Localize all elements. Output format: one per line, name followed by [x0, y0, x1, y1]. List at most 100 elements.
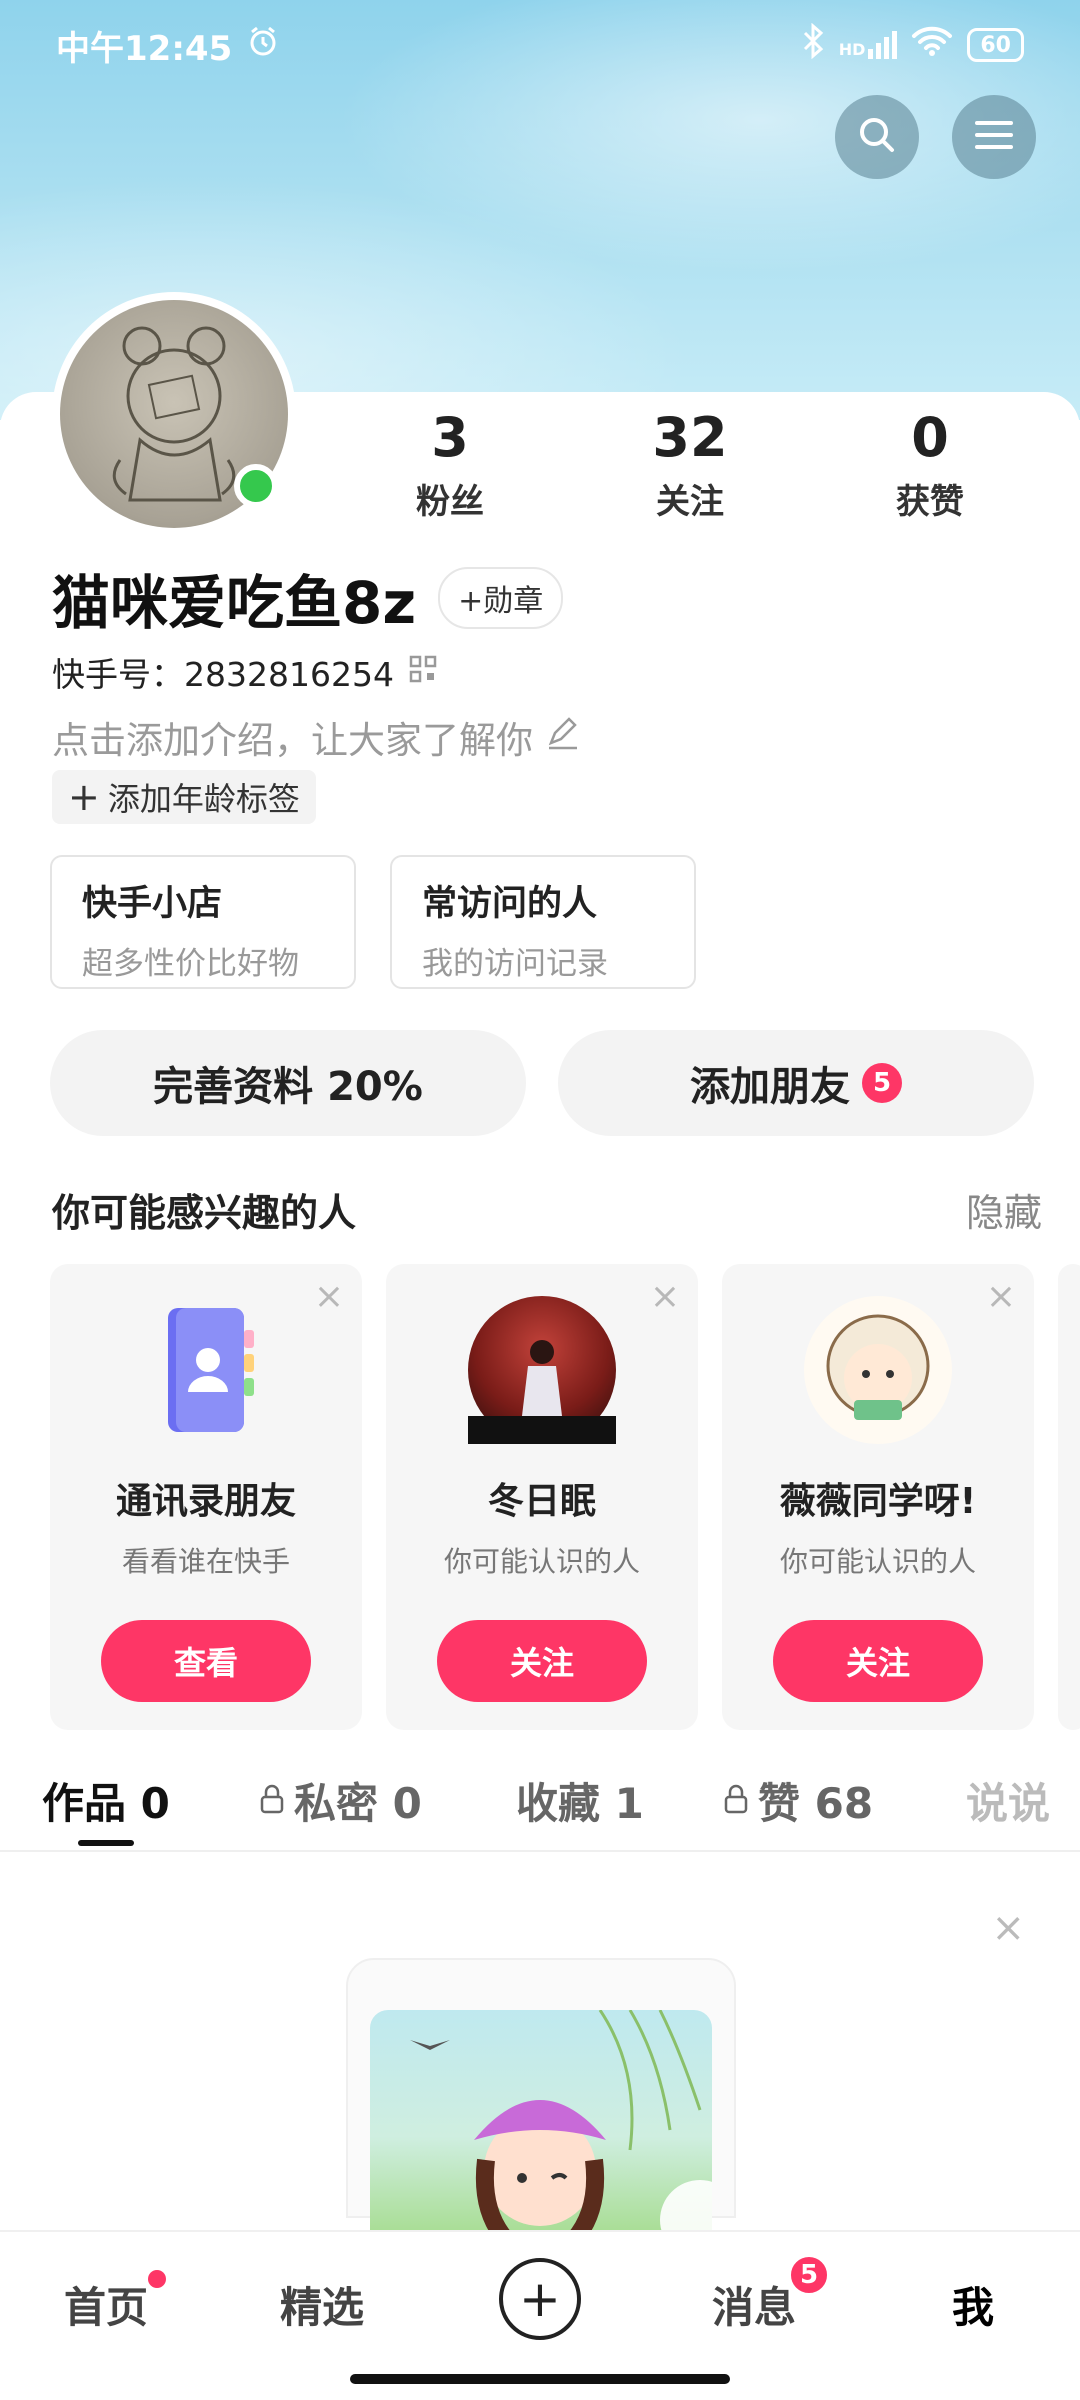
- suggestions-list[interactable]: × 通讯录朋友 看看谁在快手 查看 × 冬日眠 你可能认识的人 关注 × 薇薇同…: [50, 1264, 1080, 1730]
- suggestion-card[interactable]: × 薇薇同学呀! 你可能认识的人 关注: [722, 1264, 1034, 1730]
- suggestion-desc: 你可能认识的人: [443, 1545, 640, 1578]
- status-time: 中午12:45: [56, 28, 233, 69]
- name-row: 猫咪爱吃鱼8z +勋章: [52, 556, 564, 640]
- nav-label: 首页: [64, 2283, 149, 2332]
- suggestion-avatar: [468, 1296, 616, 1444]
- suggestion-desc: 你可能认识的人: [779, 1545, 976, 1578]
- stat-label: 关注: [656, 482, 724, 522]
- tab-private[interactable]: 私密 0: [258, 1770, 422, 1831]
- home-indicator: [350, 2374, 730, 2384]
- add-friends-badge: 5: [862, 1063, 902, 1103]
- entry-title: 快手小店: [82, 884, 223, 924]
- contacts-book-icon: [132, 1296, 280, 1444]
- search-button[interactable]: [835, 95, 919, 179]
- tab-favorites[interactable]: 收藏 1: [516, 1770, 644, 1831]
- nav-label: 我: [952, 2283, 995, 2332]
- stat-value: 0: [911, 406, 949, 469]
- shop-entry[interactable]: 快手小店 超多性价比好物: [50, 855, 356, 989]
- intro-placeholder: 点击添加介绍，让大家了解你: [52, 719, 533, 762]
- add-intro-row[interactable]: 点击添加介绍，让大家了解你: [52, 710, 581, 764]
- add-age-tag-button[interactable]: + 添加年龄标签: [52, 770, 316, 824]
- suggestion-card[interactable]: × 通讯录朋友 看看谁在快手 查看: [50, 1264, 362, 1730]
- suggestion-desc: 看看谁在快手: [121, 1545, 290, 1578]
- suggestion-name: 通讯录朋友: [115, 1481, 296, 1522]
- status-bar: 中午12:45 HD 60: [0, 0, 1080, 90]
- kuaishou-id: 快手号：2832816254: [52, 655, 394, 694]
- follow-button[interactable]: 关注: [437, 1620, 647, 1702]
- alarm-icon: [246, 24, 280, 67]
- suggestions-header: 你可能感兴趣的人 隐藏: [52, 1182, 1042, 1237]
- close-icon[interactable]: ×: [986, 1276, 1016, 1317]
- tab-label: 私密 0: [294, 1779, 422, 1828]
- username[interactable]: 猫咪爱吃鱼8z: [52, 556, 416, 640]
- view-contacts-button[interactable]: 查看: [101, 1620, 311, 1702]
- nav-label: 精选: [280, 2283, 365, 2332]
- stats-row: 3 粉丝 32 关注 0 获赞: [330, 408, 1050, 523]
- kuaishou-id-row[interactable]: 快手号：2832816254: [52, 648, 438, 696]
- age-tag-label: 添加年龄标签: [107, 780, 300, 818]
- entry-title: 常访问的人: [422, 884, 598, 924]
- nav-messages[interactable]: 消息 5: [712, 2254, 830, 2335]
- tab-liked[interactable]: 赞 68: [722, 1770, 873, 1831]
- close-icon[interactable]: ×: [650, 1276, 680, 1317]
- tab-label: 作品 0: [42, 1779, 170, 1828]
- close-icon[interactable]: ×: [314, 1276, 344, 1317]
- stat-value: 32: [652, 406, 728, 469]
- suggestion-name: 薇薇同学呀!: [779, 1481, 977, 1522]
- stat-fans[interactable]: 3 粉丝: [330, 408, 570, 523]
- hide-suggestions-button[interactable]: 隐藏: [966, 1182, 1042, 1237]
- online-status-dot: [234, 464, 278, 508]
- stat-following[interactable]: 32 关注: [570, 408, 810, 523]
- battery-indicator: 60: [967, 28, 1024, 62]
- edit-pencil-icon: [545, 715, 581, 760]
- complete-profile-button[interactable]: 完善资料 20%: [50, 1030, 526, 1136]
- notification-dot: [148, 2270, 166, 2288]
- close-icon[interactable]: ×: [991, 1905, 1025, 1951]
- action-row: 完善资料 20% 添加朋友 5: [50, 1030, 1034, 1136]
- nav-me[interactable]: 我: [952, 2274, 994, 2335]
- signal-icon: HD: [839, 31, 898, 59]
- content-tabs: 作品 0 私密 0 收藏 1 赞 68 说说: [0, 1760, 1080, 1852]
- lock-icon: [722, 1776, 750, 1825]
- nav-label: 消息: [712, 2283, 797, 2332]
- entry-subtitle: 超多性价比好物: [82, 946, 299, 982]
- add-friends-label: 添加朋友: [690, 1064, 850, 1110]
- suggestion-avatar: [804, 1296, 952, 1444]
- wifi-icon: [911, 25, 953, 66]
- stat-label: 获赞: [896, 482, 964, 522]
- complete-profile-label: 完善资料 20%: [153, 1064, 423, 1110]
- messages-count-badge: 5: [788, 2254, 830, 2296]
- menu-button[interactable]: [952, 95, 1036, 179]
- plus-icon: +: [68, 775, 100, 819]
- entry-row: 快手小店 超多性价比好物 常访问的人 我的访问记录: [50, 855, 696, 989]
- stat-likes[interactable]: 0 获赞: [810, 408, 1050, 523]
- tab-label: 收藏 1: [516, 1779, 644, 1828]
- entry-subtitle: 我的访问记录: [422, 946, 608, 982]
- plus-icon: +: [519, 2270, 561, 2328]
- visitors-entry[interactable]: 常访问的人 我的访问记录: [390, 855, 696, 989]
- qr-code-icon[interactable]: [408, 653, 438, 692]
- bluetooth-icon: [801, 22, 825, 68]
- avatar[interactable]: [52, 292, 296, 536]
- tab-posts[interactable]: 说说: [966, 1770, 1050, 1831]
- nav-featured[interactable]: 精选: [280, 2274, 364, 2335]
- suggestion-card[interactable]: × 冬日眠 你可能认识的人 关注: [386, 1264, 698, 1730]
- stat-label: 粉丝: [416, 482, 484, 522]
- bottom-nav: 首页 精选 + 消息 5 我: [0, 2230, 1080, 2400]
- stat-value: 3: [431, 406, 469, 469]
- search-icon: [855, 113, 899, 161]
- tab-label: 说说: [966, 1779, 1051, 1828]
- follow-button[interactable]: 关注: [773, 1620, 983, 1702]
- suggestion-card[interactable]: [1058, 1264, 1080, 1730]
- menu-icon: [973, 117, 1015, 157]
- suggestion-name: 冬日眠: [487, 1481, 596, 1522]
- tab-works[interactable]: 作品 0: [42, 1770, 170, 1831]
- active-tab-indicator: [78, 1840, 134, 1846]
- promo-illustration: [370, 2010, 712, 2240]
- tab-label: 赞 68: [758, 1779, 874, 1828]
- create-post-button[interactable]: +: [499, 2258, 581, 2340]
- add-friends-button[interactable]: 添加朋友 5: [558, 1030, 1034, 1136]
- add-badge-button[interactable]: +勋章: [438, 567, 564, 629]
- suggestions-title: 你可能感兴趣的人: [52, 1191, 357, 1235]
- nav-home[interactable]: 首页: [64, 2270, 166, 2335]
